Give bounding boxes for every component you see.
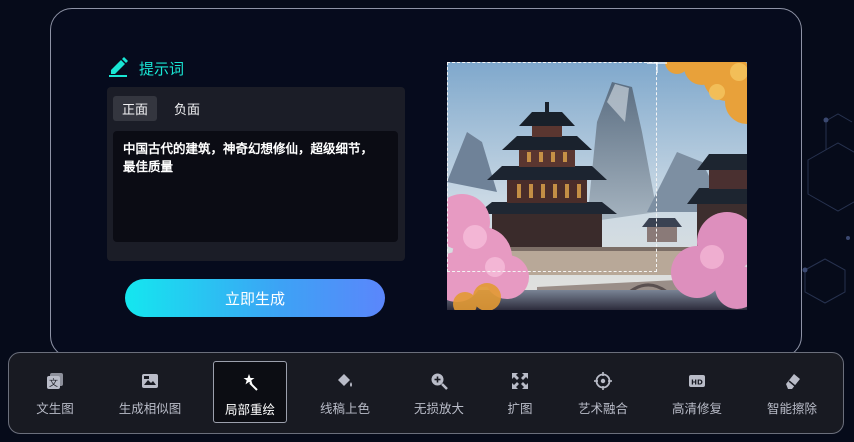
expand-icon: [510, 371, 530, 391]
prompt-title: 提示词: [139, 59, 185, 78]
prompt-input[interactable]: 中国古代的建筑，神奇幻想修仙，超级细节， 最佳质量: [113, 131, 398, 242]
tool-label: 智能擦除: [766, 401, 817, 416]
tool-lossless-upscale[interactable]: 无损放大: [402, 361, 476, 423]
edit-pen-icon: [107, 55, 129, 81]
main-panel: 提示词 正面 负面 中国古代的建筑，神奇幻想修仙，超级细节， 最佳质量 立即生成: [50, 8, 802, 358]
paint-bucket-icon: [335, 371, 355, 391]
crosshair-cursor-icon: [647, 62, 667, 73]
tool-label: 高清修复: [671, 401, 722, 416]
tool-label: 文生图: [36, 401, 74, 416]
tab-negative[interactable]: 负面: [165, 96, 209, 121]
prompt-editor: 正面 负面 中国古代的建筑，神奇幻想修仙，超级细节， 最佳质量: [107, 87, 405, 261]
tool-label: 线稿上色: [319, 401, 370, 416]
prompt-header: 提示词: [107, 55, 184, 81]
tool-label: 无损放大: [413, 401, 464, 416]
tool-art-fusion[interactable]: 艺术融合: [566, 361, 640, 423]
svg-text:文: 文: [49, 377, 58, 389]
generate-button[interactable]: 立即生成: [125, 279, 385, 317]
similar-image-icon: [140, 371, 160, 391]
tool-label: 艺术融合: [577, 401, 628, 416]
tool-bar: 文 文生图 生成相似图 局部重绘 线稿上色 无损放大 扩图 艺术融合 HD 高清…: [8, 352, 844, 434]
tool-hd-repair[interactable]: HD 高清修复: [660, 361, 734, 423]
tool-inpaint[interactable]: 局部重绘: [213, 361, 287, 423]
target-icon: [593, 371, 613, 391]
tool-expand[interactable]: 扩图: [483, 361, 557, 423]
tool-similar-image[interactable]: 生成相似图: [113, 361, 187, 423]
tool-smart-erase[interactable]: 智能擦除: [755, 361, 829, 423]
tool-text-to-image[interactable]: 文 文生图: [18, 361, 92, 423]
eraser-icon: [782, 371, 802, 391]
tool-label: 局部重绘: [224, 402, 275, 417]
hd-icon: HD: [687, 371, 707, 391]
tab-positive[interactable]: 正面: [113, 96, 158, 121]
tool-label: 生成相似图: [118, 401, 182, 416]
text-to-image-icon: 文: [45, 371, 65, 391]
prompt-tabs: 正面 负面: [113, 96, 209, 121]
zoom-in-icon: [429, 371, 449, 391]
tool-label: 扩图: [507, 401, 533, 416]
result-image[interactable]: [447, 62, 747, 310]
tool-line-color[interactable]: 线稿上色: [308, 361, 382, 423]
svg-text:HD: HD: [691, 379, 703, 387]
artwork-image: [447, 62, 747, 310]
magic-wand-icon: [240, 372, 260, 392]
